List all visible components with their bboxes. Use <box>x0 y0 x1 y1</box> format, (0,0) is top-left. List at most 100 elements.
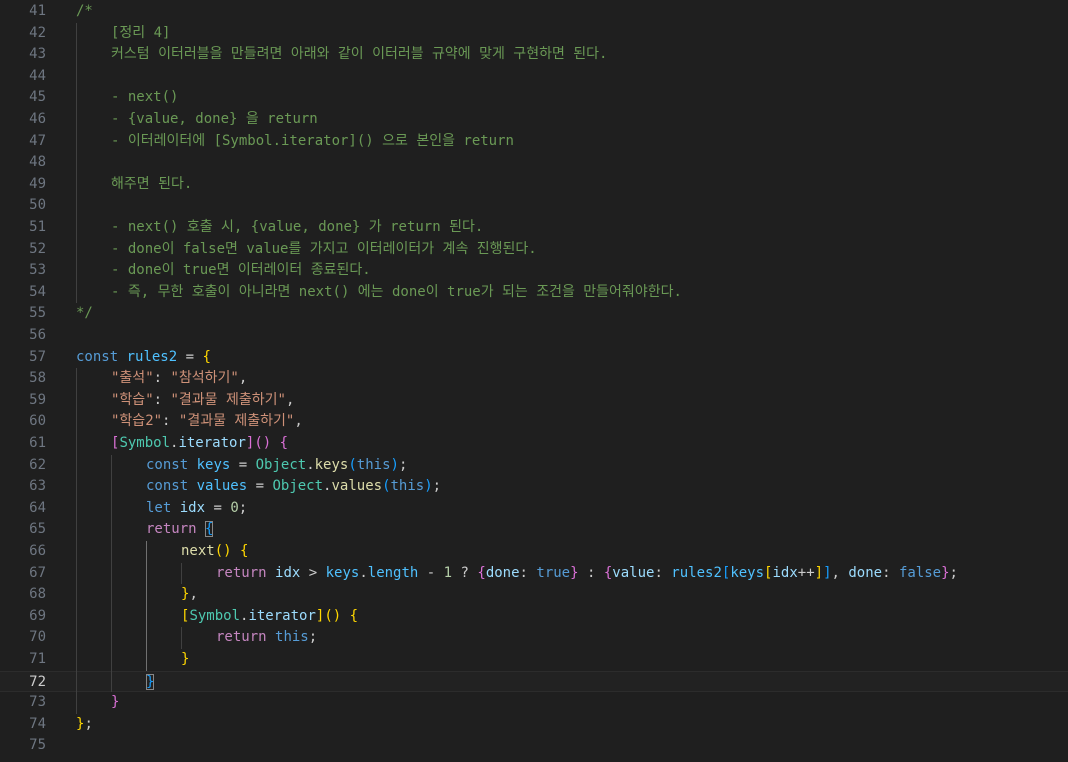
code-line[interactable]: 61 [Symbol.iterator]() { <box>0 433 1068 455</box>
line-code: } <box>111 692 119 714</box>
code-line[interactable]: 55 */ <box>0 303 1068 325</box>
code-line[interactable]: 65 return { <box>0 519 1068 541</box>
code-token: { <box>240 543 249 559</box>
code-token: ; <box>308 629 318 646</box>
code-token: keys <box>730 564 765 581</box>
code-line[interactable]: 51 - next() 호출 시, {value, done} 가 return … <box>0 217 1068 239</box>
code-line[interactable]: 59 "학습": "결과물 제출하기", <box>0 390 1068 412</box>
code-line[interactable]: 69 [Symbol.iterator]() { <box>0 606 1068 628</box>
code-line[interactable]: 73} <box>0 692 1068 714</box>
line-number: 49 <box>29 175 46 192</box>
code-token: "학습" <box>111 391 154 408</box>
code-token: this <box>390 478 425 495</box>
code-token: true <box>536 564 571 581</box>
code-token: : <box>882 564 899 581</box>
code-line[interactable]: 71} <box>0 649 1068 671</box>
code-token: : <box>519 564 537 581</box>
code-line[interactable]: 66 next() { <box>0 541 1068 563</box>
code-line[interactable]: 45 - next() <box>0 87 1068 109</box>
code-line[interactable]: 74}; <box>0 714 1068 736</box>
code-line[interactable]: 53 - done이 true면 이터레이터 종료된다. <box>0 260 1068 282</box>
code-line[interactable]: 67 return idx > keys.length - 1 ? {done: … <box>0 563 1068 585</box>
line-number: 51 <box>29 219 46 235</box>
line-number: 42 <box>29 24 46 41</box>
code-token: , <box>238 370 248 387</box>
code-token: return <box>146 521 197 538</box>
code-token: - <box>418 564 444 581</box>
code-line[interactable]: 58 "출석": "참석하기", <box>0 368 1068 390</box>
code-line[interactable]: 52 - done이 false면 value를 가지고 이터레이터가 계속 진행… <box>0 239 1068 261</box>
line-code: - done이 true면 이터레이터 종료된다. <box>111 260 371 282</box>
code-line[interactable]: 72} <box>0 670 1068 693</box>
code-line[interactable]: 42 [정리 4] <box>0 23 1068 45</box>
code-token: = <box>177 348 203 365</box>
line-number: 73 <box>29 694 46 711</box>
code-token: 0 <box>230 499 239 516</box>
code-token: - {value, done} 을 return <box>111 111 318 127</box>
code-token: iterator <box>178 435 246 451</box>
code-line[interactable]: 47 - 이터레이터에 [Symbol.iterator]() 으로 본인을 re… <box>0 131 1068 153</box>
code-token: values <box>196 478 248 495</box>
code-token: done <box>848 564 883 581</box>
line-number: 72 <box>29 673 46 690</box>
code-line[interactable]: 49 해주면 된다. <box>0 174 1068 196</box>
code-line[interactable]: 41 /* <box>0 1 1068 23</box>
code-token: { <box>477 564 486 581</box>
code-line[interactable]: 54 - 즉, 무한 호출이 아니라면 next() 에는 done이 true가… <box>0 282 1068 304</box>
code-token: this <box>275 629 309 646</box>
code-editor[interactable]: 41 /* 42 [정리 4] 43 커스텀 이터러블을 만들려면 아래와 같이 이터러블… <box>0 0 1068 762</box>
line-number: 45 <box>29 89 46 106</box>
code-line[interactable]: 44 <box>0 66 1068 88</box>
code-line[interactable]: 48 <box>0 152 1068 174</box>
code-token: length <box>367 564 419 581</box>
line-number: 48 <box>29 154 46 171</box>
line-number: 70 <box>29 629 46 646</box>
line-number: 56 <box>29 327 46 343</box>
code-token: { <box>279 435 289 451</box>
line-code: const keys = Object.keys(this); <box>146 455 407 477</box>
code-line[interactable]: 68}, <box>0 584 1068 606</box>
code-line[interactable]: 43 커스텀 이터러블을 만들려면 아래와 같이 이터러블 규약에 맞게 구현하면… <box>0 44 1068 66</box>
code-line[interactable]: 50 <box>0 195 1068 217</box>
code-line[interactable]: 57 const rules2 = { <box>0 347 1068 369</box>
code-token: "참석하기" <box>170 370 239 387</box>
code-token: "출석" <box>111 370 154 387</box>
code-line[interactable]: 64 let idx = 0; <box>0 498 1068 520</box>
code-token: Symbol <box>119 435 171 451</box>
line-code: return { <box>146 519 214 541</box>
line-code: return idx > keys.length - 1 ? {done: tr… <box>216 563 958 585</box>
code-token: = <box>247 478 273 495</box>
line-code: - {value, done} 을 return <box>111 109 318 131</box>
code-line[interactable]: 75 <box>0 735 1068 757</box>
code-line[interactable]: 63 const values = Object.values(this); <box>0 476 1068 498</box>
line-code: 커스텀 이터러블을 만들려면 아래와 같이 이터러블 규약에 맞게 구현하면 된… <box>111 44 607 66</box>
code-line[interactable]: 60 "학습2": "결과물 제출하기", <box>0 411 1068 433</box>
code-token: , <box>831 564 849 581</box>
code-line[interactable]: 46 - {value, done} 을 return <box>0 109 1068 131</box>
code-token: return <box>216 564 267 581</box>
code-token: : <box>153 391 171 408</box>
code-line[interactable]: 56 <box>0 325 1068 347</box>
line-code: - next() 호출 시, {value, done} 가 return 된다… <box>111 217 483 239</box>
code-token: let <box>146 499 172 516</box>
line-number: 46 <box>29 111 46 127</box>
code-token: - done이 false면 value를 가지고 이터레이터가 계속 진행된다… <box>111 240 537 257</box>
code-token: } <box>941 564 950 581</box>
code-token: Symbol <box>189 607 241 624</box>
indent-guide <box>76 22 77 304</box>
indent-guide <box>76 368 77 714</box>
line-code: const rules2 = { <box>76 347 211 369</box>
code-token: , <box>294 413 303 430</box>
code-token: Object <box>255 456 307 473</box>
line-number: 75 <box>29 737 46 754</box>
code-token: keys <box>314 456 349 473</box>
code-token: . <box>359 564 368 581</box>
code-line[interactable]: 70 return this; <box>0 627 1068 649</box>
code-line[interactable]: 62 const keys = Object.keys(this); <box>0 455 1068 477</box>
line-number: 44 <box>29 67 46 84</box>
